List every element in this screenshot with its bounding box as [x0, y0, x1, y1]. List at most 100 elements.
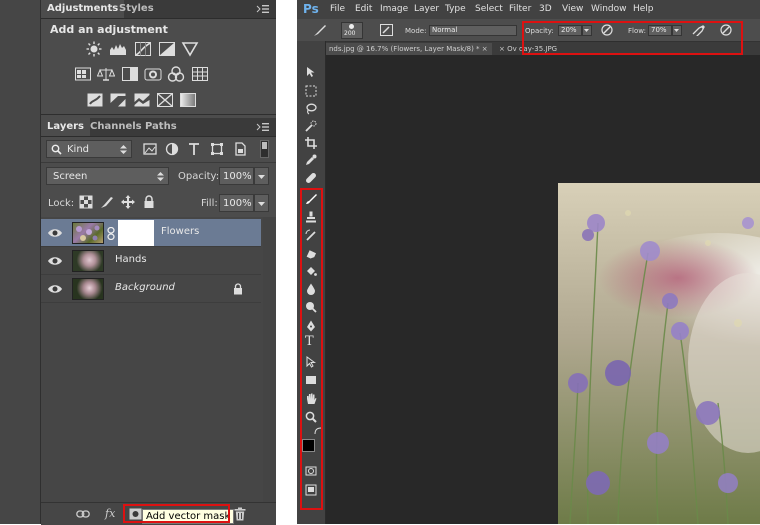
- menu-select[interactable]: Select: [475, 4, 503, 14]
- menu-type[interactable]: Type: [445, 4, 466, 14]
- filter-shape-icon[interactable]: [210, 142, 224, 156]
- move-tool-icon[interactable]: [305, 66, 317, 78]
- mode-value: Normal: [432, 26, 458, 34]
- layer-fill-field[interactable]: 100%: [219, 194, 254, 212]
- layer-row-flowers[interactable]: Flowers: [41, 219, 261, 247]
- lock-label: Lock:: [48, 198, 75, 209]
- visibility-eye-icon[interactable]: [47, 282, 63, 296]
- close-icon[interactable]: ×: [482, 45, 488, 53]
- crop-tool-icon[interactable]: [305, 137, 317, 149]
- blend-mode-select[interactable]: Screen: [46, 167, 169, 185]
- layer-row-hands[interactable]: Hands: [41, 247, 261, 275]
- lasso-tool-icon[interactable]: [305, 103, 317, 115]
- fill-label: Fill:: [201, 198, 218, 209]
- hue-saturation-icon[interactable]: [74, 66, 92, 82]
- eyedropper-tool-icon[interactable]: [305, 154, 317, 166]
- layer-thumbnail-flowers: [72, 222, 104, 244]
- doc-tab-hands[interactable]: nds.jpg @ 16.7% (Flowers, Layer Mask/8) …: [325, 43, 492, 55]
- quick-select-tool-icon[interactable]: [305, 120, 317, 132]
- layer-filter-value: Kind: [67, 144, 90, 155]
- layer-lock-icon: [234, 283, 242, 295]
- link-icon[interactable]: [76, 509, 90, 519]
- invert-icon[interactable]: [86, 92, 104, 108]
- mode-label: Mode:: [405, 27, 427, 35]
- filter-adjustment-icon[interactable]: [165, 142, 179, 156]
- tab-styles[interactable]: Styles: [113, 0, 160, 18]
- gradient-map-icon[interactable]: [179, 92, 197, 108]
- search-icon: [51, 144, 62, 155]
- mask-link-icon[interactable]: [107, 227, 115, 240]
- menu-view[interactable]: View: [562, 4, 583, 14]
- lock-transparent-pixels-icon[interactable]: [79, 195, 93, 209]
- opacity-label: Opacity:: [178, 171, 220, 182]
- tab-layers[interactable]: Layers: [41, 118, 90, 136]
- menu-bar: Ps File Edit Image Layer Type Select Fil…: [297, 0, 760, 19]
- curves-icon[interactable]: [134, 41, 152, 57]
- menu-3d[interactable]: 3D: [539, 4, 552, 14]
- menu-image[interactable]: Image: [380, 4, 408, 14]
- color-lookup-icon[interactable]: [191, 66, 209, 82]
- layer-name-hands: Hands: [115, 254, 147, 265]
- filter-toggle[interactable]: [260, 140, 269, 158]
- photo-filter-icon[interactable]: [144, 66, 162, 82]
- layers-list: Flowers Hands Background: [41, 217, 276, 502]
- filter-smart-object-icon[interactable]: [233, 142, 247, 156]
- document-canvas-image[interactable]: [558, 183, 760, 524]
- brush-preset-icon[interactable]: [313, 24, 327, 37]
- channel-mixer-icon[interactable]: [167, 66, 185, 82]
- adjustments-tabbar: Adjustments Styles: [41, 0, 276, 19]
- filter-type-icon[interactable]: [187, 142, 201, 156]
- updown-arrows-icon: [120, 145, 127, 154]
- lock-image-pixels-icon[interactable]: [100, 195, 114, 209]
- menu-edit[interactable]: Edit: [355, 4, 372, 14]
- vibrance-icon[interactable]: [181, 41, 199, 57]
- spot-heal-tool-icon[interactable]: [305, 172, 317, 184]
- lock-all-icon[interactable]: [142, 195, 156, 209]
- layer-thumbnail-hands: [72, 250, 104, 272]
- highlight-box-tools: [300, 188, 323, 510]
- layers-panel-menu-icon[interactable]: [256, 122, 270, 132]
- fx-icon[interactable]: fx: [105, 507, 115, 520]
- threshold-icon[interactable]: [133, 92, 151, 108]
- fill-dropdown[interactable]: [254, 194, 269, 212]
- opacity-dropdown[interactable]: [254, 167, 269, 185]
- layer-opacity-field[interactable]: 100%: [219, 167, 254, 185]
- layer-mask-thumbnail[interactable]: [118, 220, 154, 246]
- delete-icon[interactable]: [234, 507, 246, 521]
- layer-filter-select[interactable]: Kind: [46, 140, 132, 158]
- flowers-photo: [558, 183, 760, 524]
- layers-scrollbar[interactable]: [263, 217, 276, 502]
- visibility-eye-icon[interactable]: [47, 226, 63, 240]
- visibility-eye-icon[interactable]: [47, 254, 63, 268]
- levels-icon[interactable]: [109, 41, 127, 57]
- brush-size-picker[interactable]: 200: [341, 22, 363, 39]
- layer-name-flowers: Flowers: [161, 226, 200, 237]
- exposure-icon[interactable]: [158, 41, 176, 57]
- menu-file[interactable]: File: [330, 4, 345, 14]
- menu-filter[interactable]: Filter: [509, 4, 531, 14]
- brightness-contrast-icon[interactable]: [85, 41, 103, 57]
- posterize-icon[interactable]: [109, 92, 127, 108]
- selective-color-icon[interactable]: [156, 92, 174, 108]
- close-icon[interactable]: ×: [499, 45, 505, 53]
- menu-help[interactable]: Help: [633, 4, 654, 14]
- layer-thumbnail-background: [72, 278, 104, 300]
- layers-tabbar: Layers Channels Paths: [41, 118, 276, 137]
- mode-select[interactable]: Normal: [429, 25, 517, 36]
- color-balance-icon[interactable]: [97, 66, 115, 82]
- panel-menu-icon[interactable]: [256, 4, 270, 14]
- layer-row-background[interactable]: Background: [41, 275, 261, 303]
- highlight-box-add-vector-mask: [123, 504, 230, 523]
- menu-window[interactable]: Window: [591, 4, 627, 14]
- tab-adjustments[interactable]: Adjustments: [41, 0, 125, 18]
- left-gutter: [0, 0, 40, 524]
- black-white-icon[interactable]: [121, 66, 139, 82]
- marquee-tool-icon[interactable]: [305, 85, 317, 97]
- brush-panel-toggle-icon[interactable]: [380, 24, 393, 36]
- brush-tip-preview: [349, 24, 354, 29]
- lock-position-icon[interactable]: [121, 195, 135, 209]
- filter-pixel-icon[interactable]: [143, 142, 157, 156]
- tab-paths[interactable]: Paths: [139, 118, 183, 136]
- menu-layer[interactable]: Layer: [414, 4, 439, 14]
- blend-mode-value: Screen: [53, 171, 88, 182]
